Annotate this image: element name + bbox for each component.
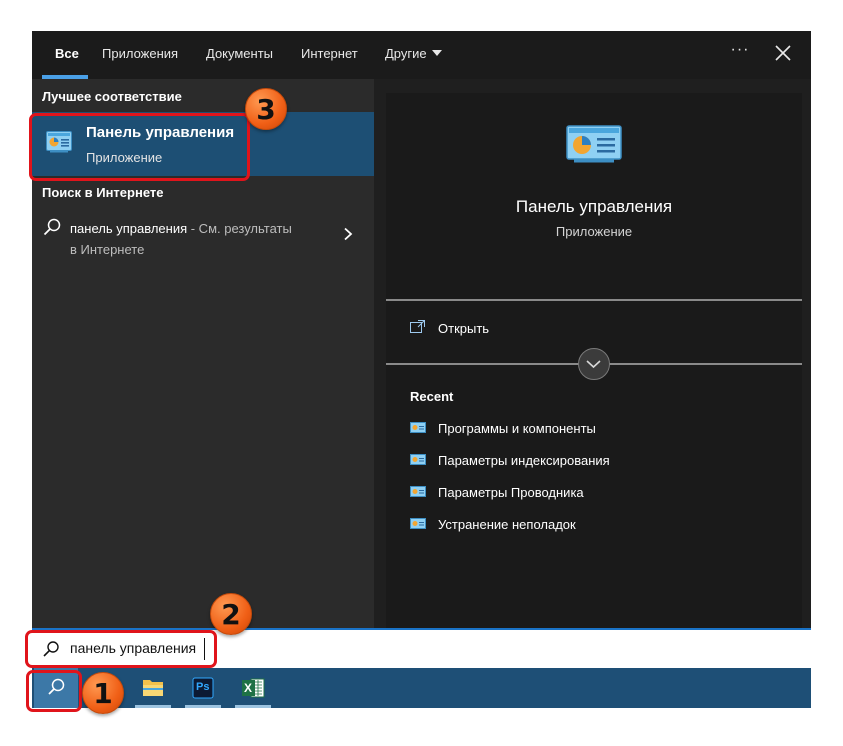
- search-filter-bar: Все Приложения Документы Интернет Другие…: [32, 31, 811, 79]
- chevron-right-icon[interactable]: [342, 227, 354, 241]
- web-search-result[interactable]: панель управления - См. результаты в Инт…: [32, 209, 374, 263]
- expand-button[interactable]: [578, 348, 610, 380]
- preview-title: Панель управления: [515, 197, 673, 216]
- control-panel-small-icon: [410, 454, 426, 465]
- tab-more-label: Другие: [385, 46, 427, 61]
- tab-all[interactable]: Все: [55, 46, 79, 61]
- recent-item[interactable]: Параметры индексирования: [410, 449, 790, 473]
- recent-item-label: Программы и компоненты: [438, 421, 596, 436]
- recent-item-label: Устранение неполадок: [438, 517, 576, 532]
- control-panel-small-icon: [410, 486, 426, 497]
- preview-subtitle: Приложение: [555, 224, 633, 239]
- control-panel-large-icon: [566, 125, 622, 163]
- search-icon: [43, 218, 61, 236]
- excel-button[interactable]: X: [233, 668, 273, 708]
- step-badge-3: 3: [245, 88, 287, 130]
- web-search-heading: Поиск в Интернете: [42, 185, 164, 200]
- more-options-button[interactable]: ···: [728, 41, 752, 65]
- recent-item[interactable]: Параметры Проводника: [410, 481, 790, 505]
- web-search-suffix-line2: в Интернете: [70, 242, 145, 257]
- preview-divider: [386, 299, 802, 301]
- photoshop-button[interactable]: Ps: [183, 668, 223, 708]
- running-indicator: [235, 705, 271, 708]
- close-button[interactable]: [771, 41, 795, 65]
- step-badge-2: 2: [210, 593, 252, 635]
- recent-item-label: Параметры индексирования: [438, 453, 610, 468]
- web-search-text: панель управления - См. результаты в Инт…: [70, 218, 332, 257]
- preview-pane: Панель управления Приложение Открыть Rec…: [386, 93, 802, 628]
- web-search-query: панель управления: [70, 221, 188, 236]
- running-indicator: [135, 705, 171, 708]
- search-input-highlight: [25, 630, 217, 668]
- control-panel-small-icon: [410, 518, 426, 529]
- recent-item[interactable]: Программы и компоненты: [410, 417, 790, 441]
- tab-more[interactable]: Другие: [385, 46, 442, 61]
- close-icon: [775, 45, 791, 61]
- taskbar: Ps X: [32, 668, 811, 708]
- tab-documents[interactable]: Документы: [206, 46, 273, 61]
- best-match-highlight: [29, 113, 250, 181]
- recent-item-label: Параметры Проводника: [438, 485, 584, 500]
- best-match-heading: Лучшее соответствие: [42, 89, 182, 104]
- recent-item[interactable]: Устранение неполадок: [410, 513, 790, 537]
- open-label: Открыть: [438, 321, 490, 336]
- chevron-down-icon: [586, 360, 601, 369]
- open-icon: [410, 320, 425, 333]
- step-badge-1: 1: [82, 672, 124, 714]
- web-search-suffix: - См. результаты: [187, 221, 292, 236]
- excel-icon: [242, 678, 265, 698]
- open-action[interactable]: Открыть: [406, 317, 606, 341]
- folder-icon: [143, 680, 163, 696]
- recent-heading: Recent: [410, 389, 454, 404]
- excel-label: X: [244, 681, 253, 695]
- photoshop-label: Ps: [196, 681, 210, 693]
- caret-down-icon: [431, 50, 442, 56]
- file-explorer-button[interactable]: [133, 668, 173, 708]
- tab-apps[interactable]: Приложения: [102, 46, 178, 61]
- running-indicator: [185, 705, 221, 708]
- taskbar-search-highlight: [26, 670, 82, 712]
- tab-web[interactable]: Интернет: [301, 46, 358, 61]
- control-panel-small-icon: [410, 422, 426, 433]
